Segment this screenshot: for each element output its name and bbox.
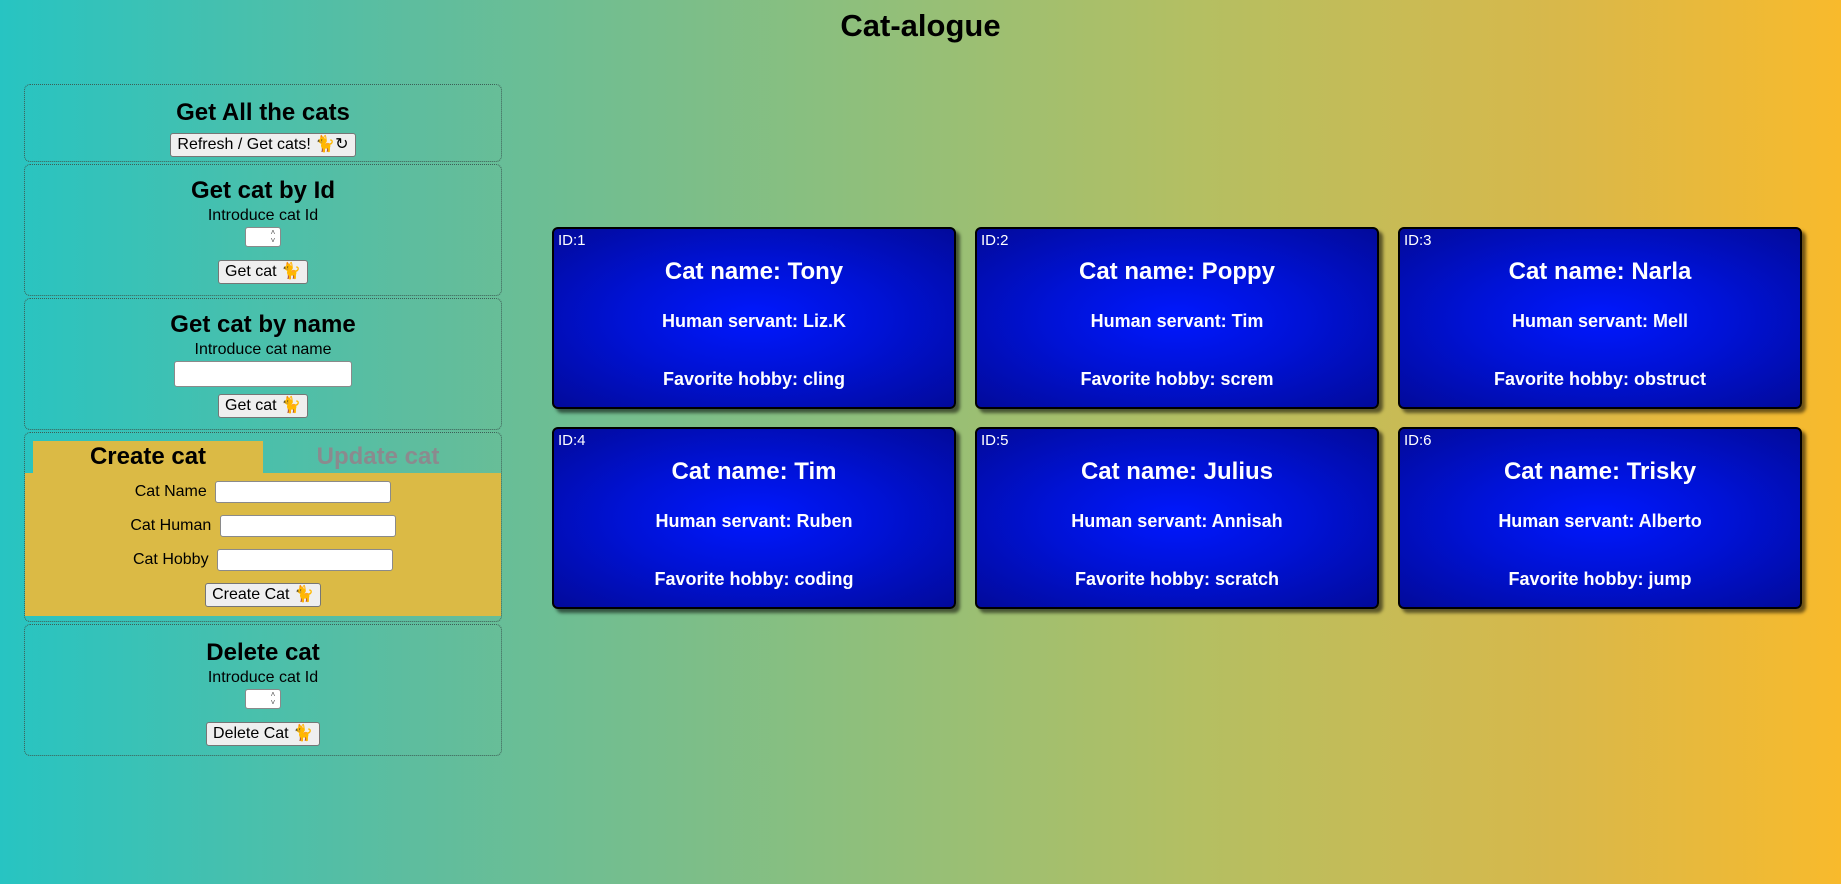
cat-id: ID:6 bbox=[1404, 432, 1432, 449]
cat-human: Human servant: Annisah bbox=[1071, 511, 1283, 531]
get-by-id-panel: Get cat by Id Introduce cat Id ˄ ˅ Get ca… bbox=[24, 164, 502, 296]
form-row-cat-hobby: Cat Hobby bbox=[25, 549, 501, 583]
cat-id: ID:5 bbox=[981, 432, 1009, 449]
delete-cat-button[interactable]: Delete Cat 🐈 bbox=[206, 722, 320, 746]
delete-cat-id-input[interactable]: ˄ ˅ bbox=[245, 689, 281, 709]
refresh-icon: ↻ bbox=[335, 136, 349, 153]
cat-human: Human servant: Ruben bbox=[655, 511, 853, 531]
cat-hobby: Favorite hobby: screm bbox=[1080, 369, 1274, 389]
cat-name: Cat name: Julius bbox=[1080, 458, 1274, 485]
form-row-cat-name: Cat Name bbox=[25, 481, 501, 515]
cat-name-field[interactable] bbox=[215, 481, 392, 503]
cat-id: ID:2 bbox=[981, 232, 1009, 249]
cat-name-label: Cat Name bbox=[134, 483, 207, 500]
cat-hobby: Favorite hobby: jump bbox=[1508, 569, 1692, 589]
cat-name: Cat name: Narla bbox=[1508, 258, 1692, 285]
cat-icon: 🐈 bbox=[281, 263, 301, 280]
cat-human: Human servant: Mell bbox=[1511, 311, 1689, 331]
cat-hobby-label: Cat Hobby bbox=[132, 551, 209, 568]
get-by-id-title: Get cat by Id bbox=[190, 177, 336, 204]
tab-update-cat[interactable]: Update cat bbox=[263, 441, 493, 473]
cat-human-field[interactable] bbox=[219, 515, 396, 537]
cat-hobby: Favorite hobby: cling bbox=[662, 369, 845, 389]
cat-icon: 🐈 bbox=[293, 586, 314, 603]
delete-prompt: Introduce cat Id bbox=[207, 669, 319, 686]
create-update-tabs: Create cat Update cat bbox=[33, 441, 501, 473]
cat-id: ID:3 bbox=[1404, 232, 1432, 249]
cat-human: Human servant: Tim bbox=[1090, 311, 1264, 331]
get-cat-by-id-button[interactable]: Get cat 🐈 bbox=[218, 260, 308, 284]
get-all-title: Get All the cats bbox=[176, 99, 350, 126]
get-by-name-title: Get cat by name bbox=[170, 311, 356, 338]
sidebar: Get All the cats Refresh / Get cats! 🐈↻ … bbox=[24, 84, 502, 758]
cat-name: Cat name: Trisky bbox=[1503, 458, 1697, 485]
cat-hobby: Favorite hobby: obstruct bbox=[1493, 369, 1706, 389]
get-cat-by-id-label: Get cat bbox=[225, 263, 277, 280]
cat-id-input[interactable]: ˄ ˅ bbox=[245, 227, 281, 247]
cat-card: ID:4 Cat name: Tim Human servant: Ruben … bbox=[552, 427, 956, 609]
cat-human: Human servant: Liz.K bbox=[661, 311, 847, 331]
create-cat-form: Cat Name Cat Human Cat Hobby Create Cat … bbox=[25, 473, 501, 616]
cat-hobby: Favorite hobby: scratch bbox=[1074, 569, 1280, 589]
delete-cat-label: Delete Cat bbox=[213, 725, 289, 742]
cat-name: Cat name: Tim bbox=[671, 458, 837, 485]
form-row-cat-human: Cat Human bbox=[25, 515, 501, 549]
cat-id: ID:1 bbox=[558, 232, 586, 249]
cat-icon: 🐈 bbox=[281, 397, 301, 414]
delete-panel: Delete cat Introduce cat Id ˄ ˅ Delete Ca… bbox=[24, 624, 502, 756]
delete-title: Delete cat bbox=[206, 639, 320, 666]
cat-card: ID:1 Cat name: Tony Human servant: Liz.K… bbox=[552, 227, 956, 409]
get-cat-by-name-button[interactable]: Get cat 🐈 bbox=[218, 394, 308, 418]
cat-name-input[interactable] bbox=[174, 361, 352, 387]
spinner-arrows-icon[interactable]: ˄ ˅ bbox=[268, 691, 278, 707]
cat-card: ID:3 Cat name: Narla Human servant: Mell… bbox=[1398, 227, 1802, 409]
get-by-id-prompt: Introduce cat Id bbox=[207, 207, 319, 224]
create-update-panel: Create cat Update cat Cat Name Cat Human… bbox=[24, 432, 502, 622]
cat-card: ID:2 Cat name: Poppy Human servant: Tim … bbox=[975, 227, 1379, 409]
cat-hobby-field[interactable] bbox=[217, 549, 394, 571]
create-cat-button[interactable]: Create Cat 🐈 bbox=[205, 583, 321, 607]
cat-human: Human servant: Alberto bbox=[1498, 511, 1702, 531]
app-title: Cat-alogue bbox=[840, 8, 1001, 43]
refresh-get-cats-label: Refresh / Get cats! bbox=[177, 136, 311, 153]
cat-name: Cat name: Tony bbox=[664, 258, 844, 285]
get-all-panel: Get All the cats Refresh / Get cats! 🐈↻ bbox=[24, 84, 502, 162]
get-by-name-prompt: Introduce cat name bbox=[194, 341, 332, 358]
cat-card: ID:5 Cat name: Julius Human servant: Ann… bbox=[975, 427, 1379, 609]
get-cat-by-name-label: Get cat bbox=[225, 397, 277, 414]
cat-name: Cat name: Poppy bbox=[1078, 258, 1276, 285]
cat-card: ID:6 Cat name: Trisky Human servant: Alb… bbox=[1398, 427, 1802, 609]
get-by-name-panel: Get cat by name Introduce cat name Get c… bbox=[24, 298, 502, 430]
cat-icon: 🐈 bbox=[315, 136, 336, 153]
spinner-arrows-icon[interactable]: ˄ ˅ bbox=[268, 229, 278, 245]
cat-human-label: Cat Human bbox=[130, 517, 212, 534]
create-cat-label: Create Cat bbox=[212, 586, 290, 603]
cat-id: ID:4 bbox=[558, 432, 586, 449]
cat-hobby: Favorite hobby: coding bbox=[654, 569, 854, 589]
tab-create-cat[interactable]: Create cat bbox=[33, 441, 263, 473]
refresh-get-cats-button[interactable]: Refresh / Get cats! 🐈↻ bbox=[170, 133, 356, 157]
cat-icon: 🐈 bbox=[293, 725, 313, 742]
